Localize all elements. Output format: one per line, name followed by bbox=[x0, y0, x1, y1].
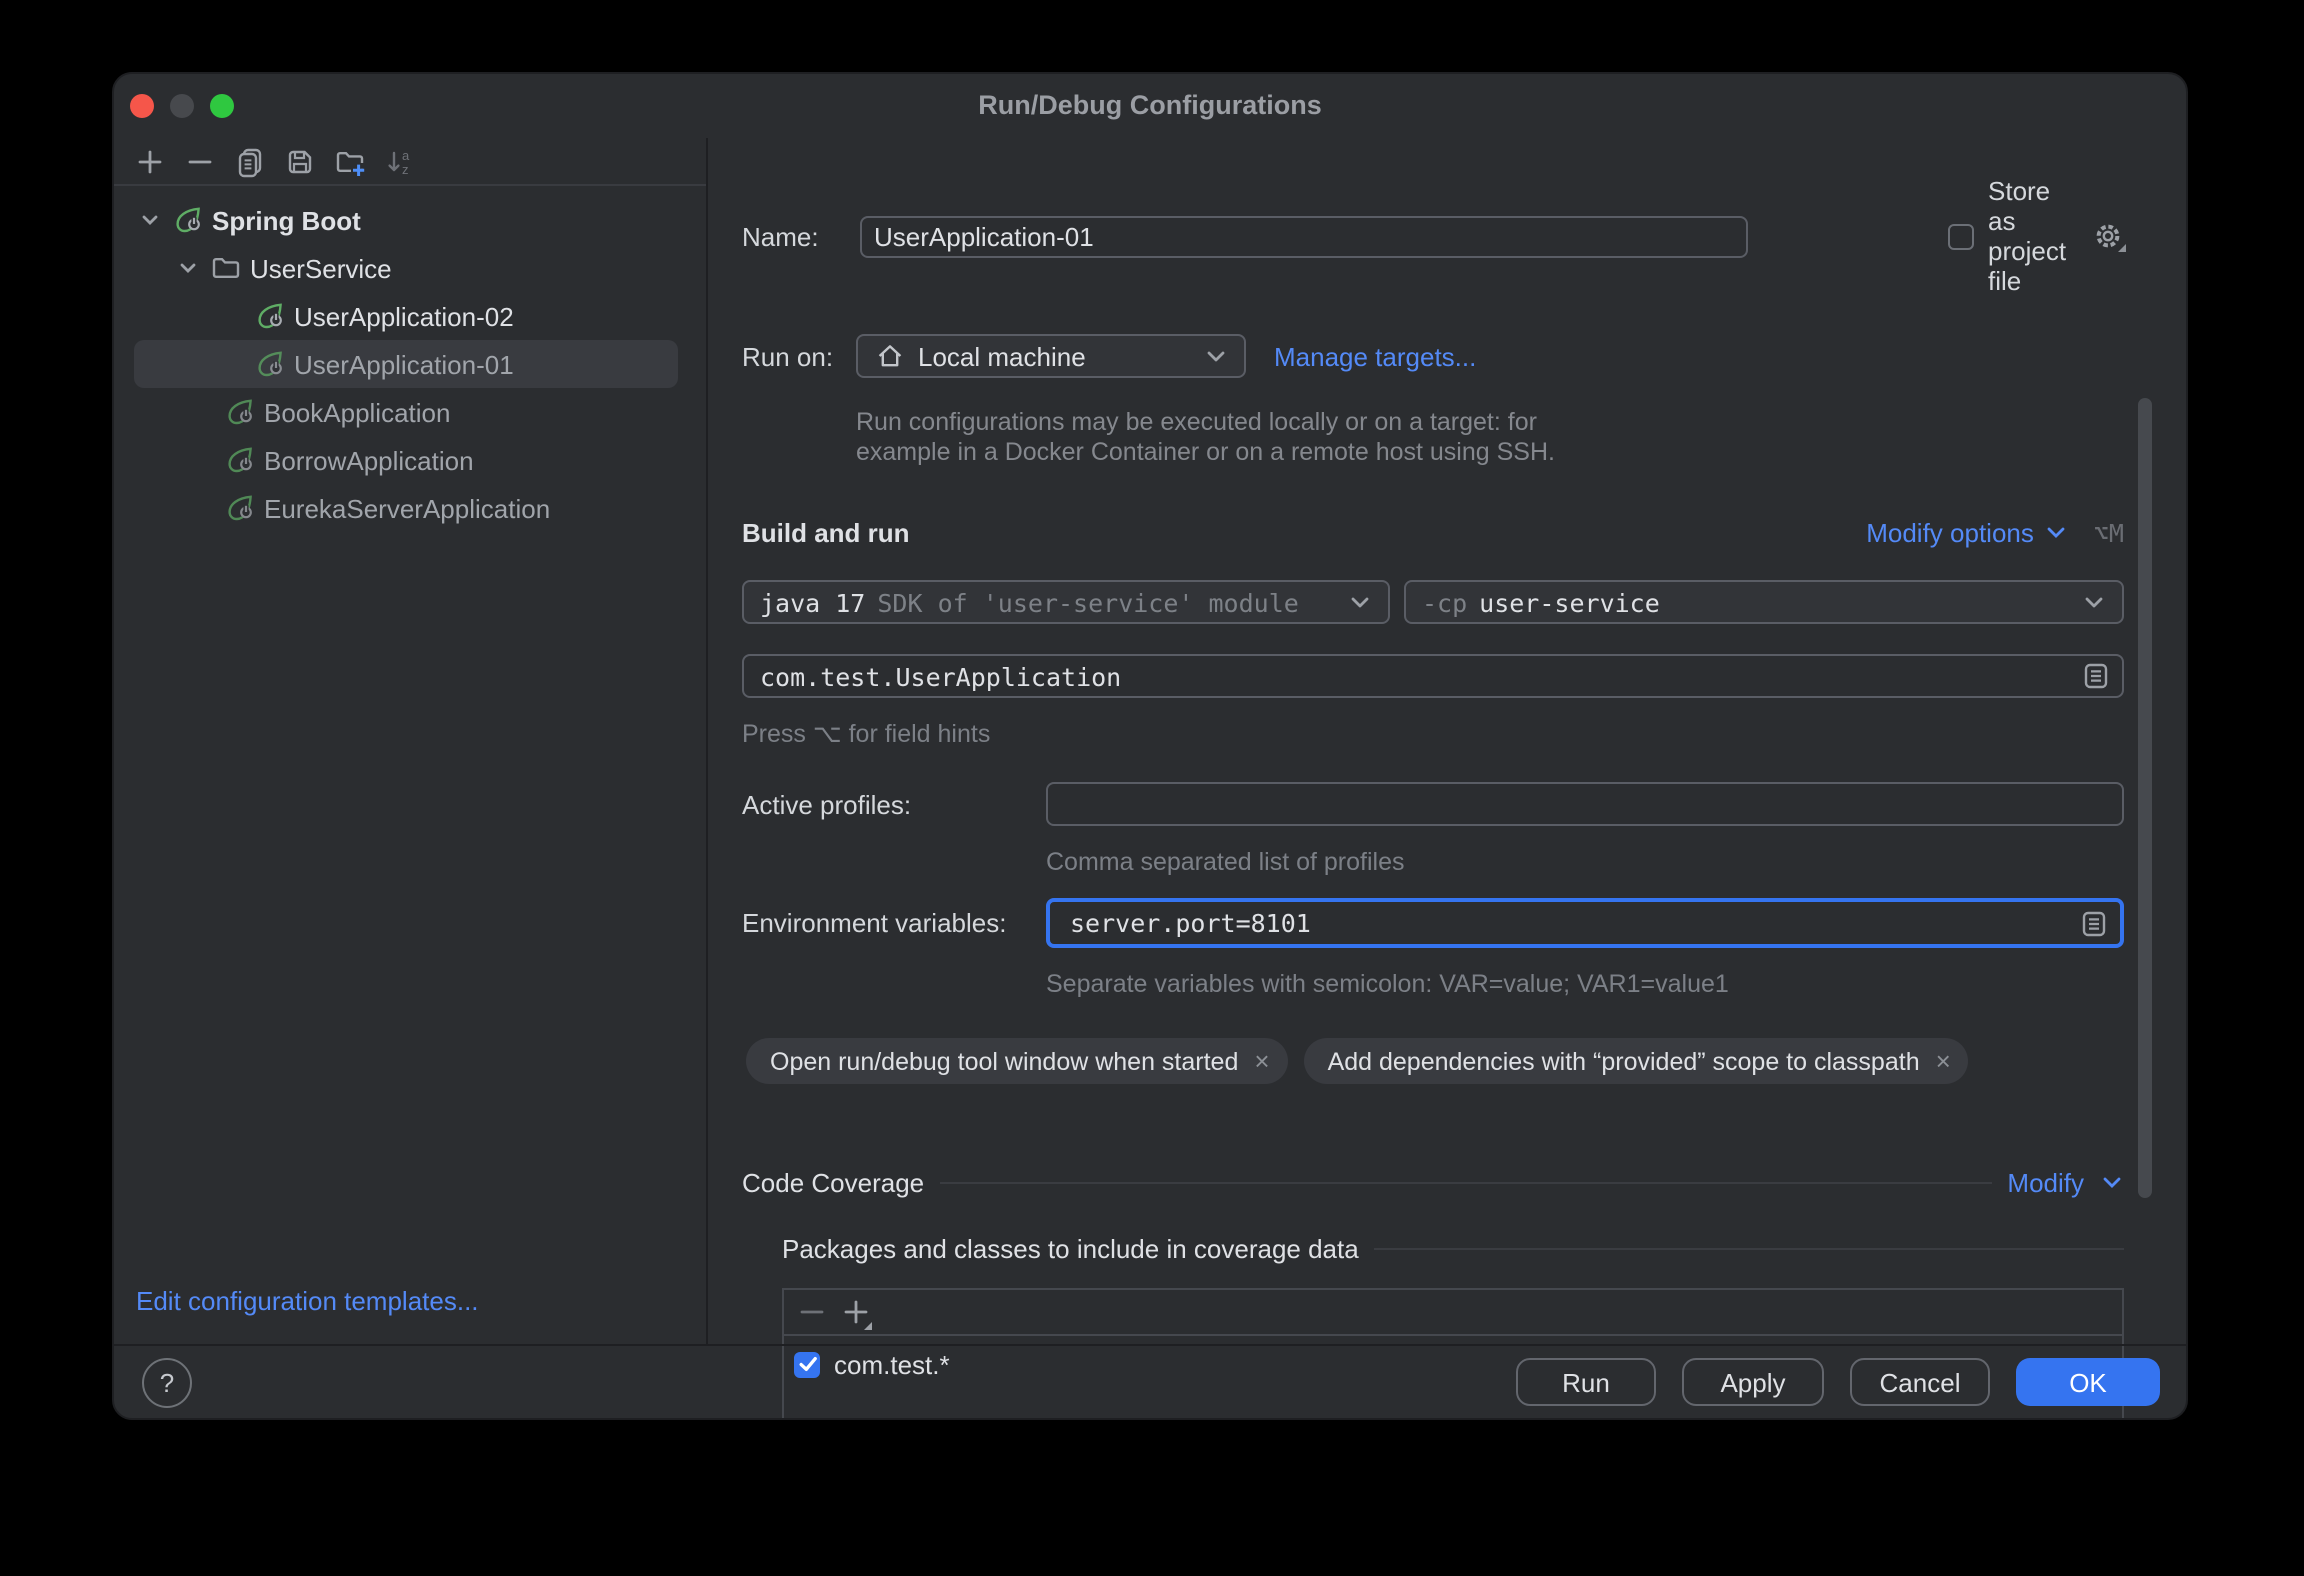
run-on-label: Run on: bbox=[742, 341, 834, 371]
expand-field-icon[interactable] bbox=[2080, 660, 2112, 692]
run-on-hint: Run configurations may be executed local… bbox=[856, 408, 1555, 466]
classpath-select[interactable]: -cp user-service bbox=[1404, 580, 2124, 624]
cp-value: user-service bbox=[1479, 587, 1660, 617]
tree-item-label: UserApplication-01 bbox=[294, 349, 514, 379]
vertical-scrollbar-thumb[interactable] bbox=[2138, 398, 2152, 1198]
jdk-value: java 17 bbox=[760, 587, 866, 617]
coverage-table-toolbar bbox=[784, 1290, 2122, 1336]
field-hints-hint: Press ⌥ for field hints bbox=[742, 720, 991, 748]
add-configuration-icon[interactable] bbox=[124, 141, 174, 181]
tree-item-label: UserApplication-02 bbox=[294, 301, 514, 331]
chevron-down-icon bbox=[2085, 597, 2103, 608]
remove-configuration-icon[interactable] bbox=[174, 141, 224, 181]
folder-icon bbox=[212, 258, 240, 278]
chip-open-run-debug-tool-window: Open run/debug tool window when started … bbox=[746, 1038, 1288, 1084]
spring-boot-icon bbox=[254, 300, 286, 332]
environment-variables-hint: Separate variables with semicolon: VAR=v… bbox=[1046, 970, 1729, 998]
store-as-project-file-checkbox[interactable] bbox=[1948, 223, 1974, 249]
tree-item-label: Spring Boot bbox=[212, 205, 361, 235]
active-profiles-label: Active profiles: bbox=[742, 789, 912, 819]
chevron-expanded-icon[interactable] bbox=[176, 256, 200, 280]
cp-prefix: -cp bbox=[1422, 587, 1468, 617]
local-machine-home-icon bbox=[878, 345, 902, 367]
main-class-field[interactable]: com.test.UserApplication bbox=[742, 654, 2124, 698]
new-folder-icon[interactable] bbox=[324, 141, 374, 181]
manage-targets-link[interactable]: Manage targets... bbox=[1274, 341, 1476, 371]
store-settings-gear-icon[interactable] bbox=[2092, 220, 2126, 252]
chevron-down-icon bbox=[1207, 351, 1225, 362]
tree-item-userservice-folder[interactable]: UserService bbox=[134, 244, 678, 292]
code-coverage-title: Code Coverage bbox=[742, 1167, 925, 1197]
modify-coverage-link[interactable]: Modify bbox=[2007, 1167, 2084, 1197]
active-profiles-hint: Comma separated list of profiles bbox=[1046, 848, 1405, 876]
screen: Run/Debug Configurations Spring Boot Use… bbox=[0, 0, 2304, 1576]
main-class-value: com.test.UserApplication bbox=[760, 661, 1122, 691]
ok-button[interactable]: OK bbox=[2016, 1358, 2160, 1406]
save-configuration-icon[interactable] bbox=[274, 141, 324, 181]
spring-boot-icon bbox=[224, 396, 256, 428]
name-label: Name: bbox=[742, 221, 819, 251]
separator-line bbox=[940, 1181, 1992, 1183]
titlebar: Run/Debug Configurations bbox=[114, 74, 2186, 138]
sort-alphabetically-icon[interactable] bbox=[374, 141, 424, 181]
tree-item-borrowapplication[interactable]: BorrowApplication bbox=[134, 436, 678, 484]
tree-item-userapplication-02[interactable]: UserApplication-02 bbox=[134, 292, 678, 340]
chevron-expanded-icon[interactable] bbox=[138, 208, 162, 232]
run-on-select[interactable]: Local machine bbox=[856, 334, 1246, 378]
spring-boot-icon bbox=[254, 348, 286, 380]
edit-configuration-templates-link[interactable]: Edit configuration templates... bbox=[136, 1286, 479, 1316]
environment-variables-label: Environment variables: bbox=[742, 908, 1007, 938]
gear-dropdown-triangle bbox=[2118, 244, 2126, 252]
run-on-value: Local machine bbox=[918, 341, 1086, 371]
active-profiles-input[interactable] bbox=[1046, 782, 2124, 826]
tree-item-label: UserService bbox=[250, 253, 392, 283]
modify-options-shortcut: ⌥M bbox=[2093, 517, 2124, 547]
configuration-form: Name: Store as project file Run on: Loca… bbox=[708, 138, 2186, 1418]
configurations-tree: Spring Boot UserService UserApplication-… bbox=[114, 196, 706, 532]
spring-boot-icon bbox=[172, 204, 204, 236]
apply-button[interactable]: Apply bbox=[1682, 1358, 1824, 1406]
help-button[interactable]: ? bbox=[142, 1357, 192, 1407]
chevron-down-icon bbox=[1351, 597, 1369, 608]
remove-pattern-icon[interactable] bbox=[796, 1296, 828, 1328]
environment-variables-field[interactable] bbox=[1046, 898, 2124, 948]
copy-configuration-icon[interactable] bbox=[224, 141, 274, 181]
jdk-hint: SDK of 'user-service' module bbox=[877, 587, 1299, 617]
expand-field-icon[interactable] bbox=[2078, 907, 2110, 939]
store-as-project-file-label: Store as project file bbox=[1988, 176, 2067, 296]
chip-close-icon[interactable]: × bbox=[1936, 1048, 1951, 1074]
configurations-sidebar: Spring Boot UserService UserApplication-… bbox=[114, 138, 708, 1344]
spring-boot-icon bbox=[224, 492, 256, 524]
chip-close-icon[interactable]: × bbox=[1254, 1048, 1269, 1074]
sidebar-toolbar bbox=[114, 138, 706, 186]
coverage-packages-label: Packages and classes to include in cover… bbox=[782, 1233, 1359, 1263]
build-and-run-title: Build and run bbox=[742, 517, 910, 547]
chip-add-provided-dependencies: Add dependencies with “provided” scope t… bbox=[1303, 1038, 1969, 1084]
jdk-select[interactable]: java 17 SDK of 'user-service' module bbox=[742, 580, 1390, 624]
environment-variables-input[interactable] bbox=[1066, 906, 2078, 940]
add-dropdown-triangle bbox=[864, 1322, 872, 1330]
modify-options-link[interactable]: Modify options bbox=[1866, 517, 2034, 547]
window-title: Run/Debug Configurations bbox=[978, 90, 1322, 120]
name-input[interactable] bbox=[860, 215, 1748, 257]
tree-item-spring-boot[interactable]: Spring Boot bbox=[134, 196, 678, 244]
add-pattern-icon[interactable] bbox=[840, 1296, 872, 1330]
tree-item-label: EurekaServerApplication bbox=[264, 493, 551, 523]
separator-line bbox=[1374, 1247, 2124, 1249]
run-debug-configurations-dialog: Run/Debug Configurations Spring Boot Use… bbox=[112, 72, 2188, 1420]
run-button[interactable]: Run bbox=[1516, 1358, 1656, 1406]
cancel-button[interactable]: Cancel bbox=[1850, 1358, 1990, 1406]
tree-item-label: BookApplication bbox=[264, 397, 451, 427]
chevron-down-icon bbox=[2103, 1177, 2121, 1188]
tree-item-label: BorrowApplication bbox=[264, 445, 474, 475]
chevron-down-icon bbox=[2047, 527, 2065, 538]
tree-item-eurekaserverapplication[interactable]: EurekaServerApplication bbox=[134, 484, 678, 532]
spring-boot-icon bbox=[224, 444, 256, 476]
dialog-footer: ? Run Apply Cancel OK bbox=[114, 1344, 2186, 1418]
tree-item-bookapplication[interactable]: BookApplication bbox=[134, 388, 678, 436]
tree-item-userapplication-01[interactable]: UserApplication-01 bbox=[134, 340, 678, 388]
